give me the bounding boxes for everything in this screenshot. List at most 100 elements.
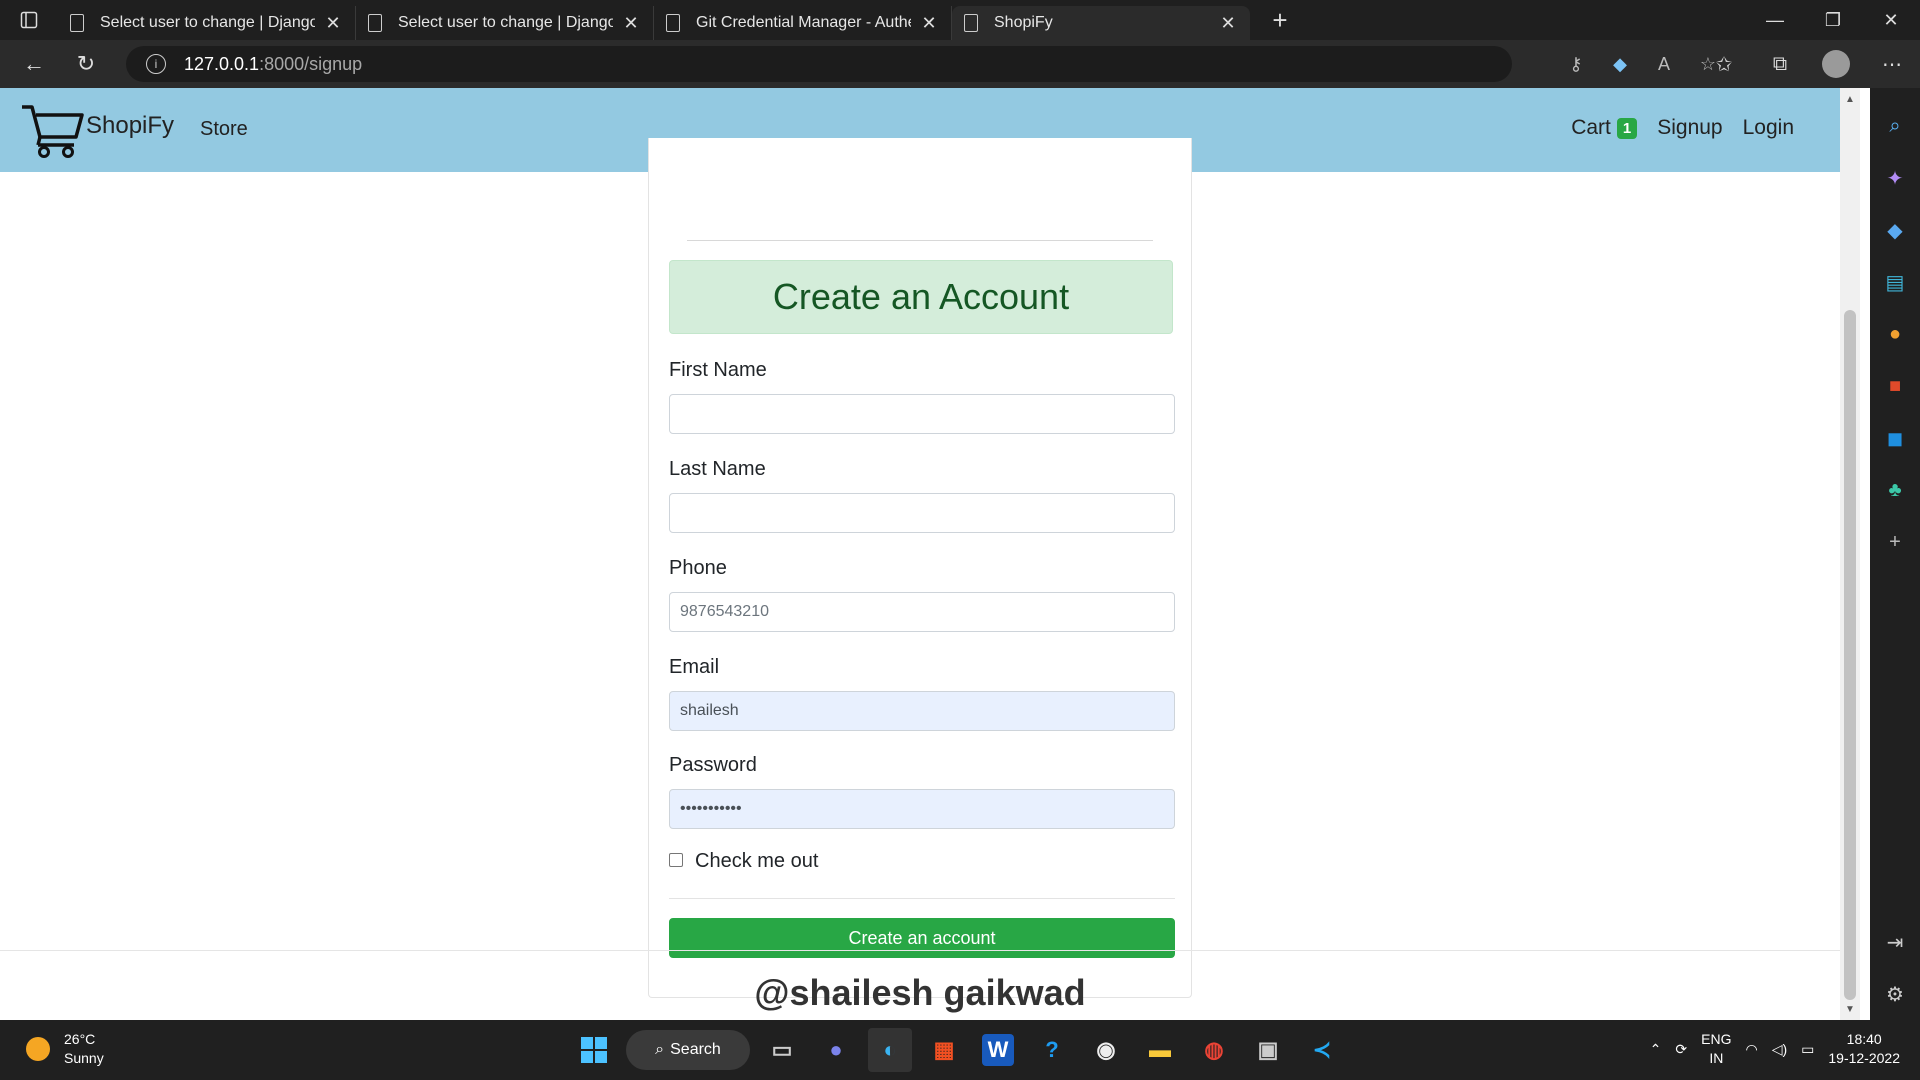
back-icon[interactable]: ← xyxy=(8,40,60,88)
sidebar-bottom: ⇥ ⚙ xyxy=(1870,916,1920,1020)
url-host: 127.0.0.1 xyxy=(184,53,260,74)
lang-bottom: IN xyxy=(1709,1050,1724,1066)
cart-count-badge: 1 xyxy=(1616,117,1638,139)
refresh-icon[interactable]: ↻ xyxy=(60,40,112,88)
close-tab-icon[interactable]: ✕ xyxy=(919,13,939,33)
clock[interactable]: 18:40 19-12-2022 xyxy=(1828,1030,1900,1068)
wifi-icon[interactable]: ◠ xyxy=(1745,1041,1757,1058)
checkbox-label: Check me out xyxy=(695,850,819,872)
key-icon[interactable]: ⚷ xyxy=(1554,40,1598,88)
outlook-icon[interactable]: ◼ xyxy=(1870,412,1920,464)
browser-tab-active[interactable]: ShopiFy ✕ xyxy=(952,6,1250,40)
nav-login-link[interactable]: Login xyxy=(1743,116,1794,140)
browser-tab-3[interactable]: Git Credential Manager - Authen ✕ xyxy=(654,6,952,40)
edge-sidebar: ⌕ ✦ ◆ ▤ ● ■ ◼ ♣ + ⇥ ⚙ xyxy=(1870,88,1920,1020)
task-view-icon[interactable]: ▭ xyxy=(760,1028,804,1072)
browser-tab-1[interactable]: Select user to change | Django si ✕ xyxy=(58,6,356,40)
scroll-thumb[interactable] xyxy=(1844,310,1856,1000)
close-tab-icon[interactable]: ✕ xyxy=(1218,13,1238,33)
lang-top: ENG xyxy=(1701,1031,1732,1047)
form-header: Create an Account xyxy=(669,260,1173,334)
phone-field[interactable] xyxy=(669,592,1175,632)
hide-sidebar-icon[interactable]: ⇥ xyxy=(1870,916,1920,968)
sun-icon xyxy=(26,1037,50,1061)
store-icon[interactable]: ▦ xyxy=(922,1028,966,1072)
check-me-out-checkbox[interactable] xyxy=(669,852,683,867)
weather-widget[interactable]: 26°C Sunny xyxy=(26,1030,104,1068)
signup-card: Create an Account First Name Last Name P… xyxy=(648,138,1192,998)
settings-gear-icon[interactable]: ⚙ xyxy=(1870,968,1920,1020)
page-scrollbar[interactable]: ▲ ▼ xyxy=(1840,88,1860,1020)
teams-chat-icon[interactable]: ● xyxy=(814,1028,858,1072)
add-icon[interactable]: + xyxy=(1870,516,1920,568)
file-explorer-icon[interactable]: ▬ xyxy=(1138,1028,1182,1072)
close-window-icon[interactable]: ✕ xyxy=(1862,0,1920,40)
nav-store-link[interactable]: Store xyxy=(200,118,248,141)
taskbar-search-label: Search xyxy=(670,1041,721,1058)
scroll-down-icon[interactable]: ▼ xyxy=(1840,1000,1860,1018)
terminal-icon[interactable]: ▣ xyxy=(1246,1028,1290,1072)
nav-right-links: Cart 1 Signup Login xyxy=(1571,116,1794,140)
new-tab-button[interactable]: + xyxy=(1260,3,1300,37)
profile-avatar[interactable] xyxy=(1822,50,1850,78)
shopping-tag-icon[interactable]: ◆ xyxy=(1870,204,1920,256)
close-tab-icon[interactable]: ✕ xyxy=(323,13,343,33)
create-account-button[interactable]: Create an account xyxy=(669,918,1175,958)
battery-icon[interactable]: ▭ xyxy=(1801,1041,1814,1058)
tab-actions-icon[interactable] xyxy=(0,0,58,40)
tab-title: Select user to change | Django si xyxy=(398,14,613,31)
browser-tab-2[interactable]: Select user to change | Django si ✕ xyxy=(356,6,654,40)
email-label: Email xyxy=(669,656,720,678)
close-tab-icon[interactable]: ✕ xyxy=(621,13,641,33)
volume-icon[interactable]: ◁) xyxy=(1772,1041,1787,1058)
check-me-out-row: Check me out xyxy=(669,850,818,873)
more-menu-icon[interactable]: ⋯ xyxy=(1864,40,1920,88)
document-icon xyxy=(70,14,84,32)
divider xyxy=(687,240,1153,241)
temperature: 26°C xyxy=(64,1031,96,1047)
nav-signup-link[interactable]: Signup xyxy=(1657,116,1722,140)
brand-link[interactable]: ShopiFy xyxy=(20,100,174,160)
tools-icon[interactable]: ▤ xyxy=(1870,256,1920,308)
windows-start-icon[interactable] xyxy=(572,1028,616,1072)
footer-credit: @shailesh gaikwad xyxy=(754,972,1086,1013)
nav-cart-link[interactable]: Cart 1 xyxy=(1571,116,1638,140)
password-field[interactable] xyxy=(669,789,1175,829)
divider xyxy=(669,898,1175,899)
minimize-icon[interactable]: — xyxy=(1746,0,1804,40)
collections-icon[interactable]: ⧉ xyxy=(1752,40,1808,88)
tab-title: ShopiFy xyxy=(994,14,1053,31)
first-name-field[interactable] xyxy=(669,394,1175,434)
chrome-icon[interactable]: ◍ xyxy=(1192,1028,1236,1072)
favorites-icon[interactable]: ✩ xyxy=(1696,40,1752,88)
office-icon[interactable]: ■ xyxy=(1870,360,1920,412)
url-field[interactable]: i 127.0.0.1:8000/signup xyxy=(126,46,1512,82)
document-icon xyxy=(666,14,680,32)
word-icon[interactable]: W xyxy=(982,1034,1014,1066)
edge-icon[interactable]: ◐ xyxy=(868,1028,912,1072)
password-label: Password xyxy=(669,754,757,776)
sync-icon[interactable]: ⟳ xyxy=(1675,1041,1687,1058)
search-icon[interactable]: ⌕ xyxy=(1870,100,1920,152)
vscode-icon[interactable]: ≺ xyxy=(1300,1028,1344,1072)
language-indicator[interactable]: ENG IN xyxy=(1701,1030,1731,1068)
github-icon[interactable]: ◉ xyxy=(1084,1028,1128,1072)
site-info-icon[interactable]: i xyxy=(146,54,166,74)
games-icon[interactable]: ● xyxy=(1870,308,1920,360)
tree-icon[interactable]: ♣ xyxy=(1870,464,1920,516)
document-icon xyxy=(964,14,978,32)
help-icon[interactable]: ? xyxy=(1030,1028,1074,1072)
restore-icon[interactable]: ❐ xyxy=(1804,0,1862,40)
scroll-up-icon[interactable]: ▲ xyxy=(1840,90,1860,108)
read-aloud-icon[interactable]: A xyxy=(1642,40,1686,88)
coupon-tag-icon[interactable]: ◆ xyxy=(1598,40,1642,88)
email-field[interactable] xyxy=(669,691,1175,731)
chevron-up-icon[interactable]: ⌃ xyxy=(1650,1041,1662,1058)
last-name-field[interactable] xyxy=(669,493,1175,533)
taskbar-search[interactable]: ⌕ Search xyxy=(626,1030,750,1070)
search-icon: ⌕ xyxy=(655,1041,665,1058)
window-controls: — ❐ ✕ xyxy=(1746,0,1920,40)
tab-title: Select user to change | Django si xyxy=(100,14,315,31)
url-path: :8000/signup xyxy=(259,53,363,74)
copilot-sparkle-icon[interactable]: ✦ xyxy=(1870,152,1920,204)
